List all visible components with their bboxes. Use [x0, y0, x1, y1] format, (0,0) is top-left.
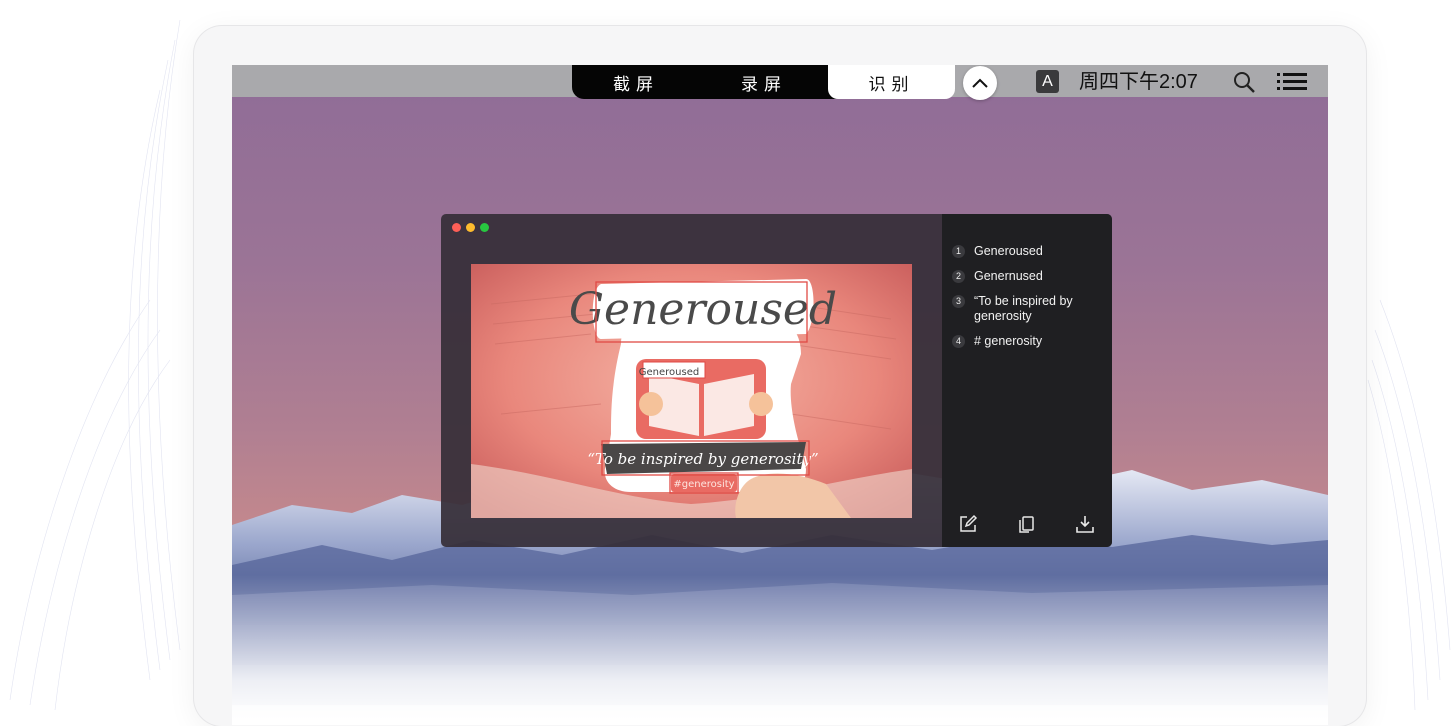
- copy-button[interactable]: [1015, 513, 1037, 535]
- result-text: # generosity: [974, 334, 1043, 348]
- list-item[interactable]: 3 “To be inspired by generosity: [952, 294, 1102, 324]
- results-panel: 1 Generoused 2 Genernused 3 “To be inspired…: [942, 214, 1112, 547]
- list-menu-icon[interactable]: [1277, 71, 1307, 91]
- sticker-tag-text: #generosity: [673, 479, 734, 490]
- tab-recognize[interactable]: 识别: [828, 65, 955, 99]
- chevron-up-icon: [972, 78, 988, 88]
- recognized-image: Generoused Generoused “To be inspired by…: [471, 264, 912, 518]
- tab-screen-record[interactable]: 录屏: [700, 65, 828, 99]
- minimize-window-button[interactable]: [466, 223, 475, 232]
- copy-icon: [1019, 516, 1034, 533]
- edit-icon: [960, 514, 978, 532]
- result-number: 2: [952, 270, 965, 283]
- edit-button[interactable]: [957, 513, 979, 535]
- bottom-fade: [232, 575, 1328, 725]
- zoom-window-button[interactable]: [480, 223, 489, 232]
- sticker-title-text: Generoused: [569, 284, 837, 335]
- desktop-screen: 截屏 录屏 识别 A 周四下午2:07 Generoused Generouse…: [232, 65, 1328, 725]
- sticker-photo-illustration: Generoused Generoused “To be inspired by…: [471, 264, 912, 518]
- collapse-button[interactable]: [963, 66, 997, 100]
- input-method-icon[interactable]: A: [1036, 70, 1059, 93]
- result-text: Genernused: [974, 269, 1043, 283]
- close-window-button[interactable]: [452, 223, 461, 232]
- list-item[interactable]: 1 Generoused: [952, 244, 1102, 259]
- sticker-banner-text: “To be inspired by generosity”: [587, 450, 818, 468]
- result-number: 4: [952, 335, 965, 348]
- results-list: 1 Generoused 2 Genernused 3 “To be inspired…: [952, 244, 1102, 359]
- list-item[interactable]: 2 Genernused: [952, 269, 1102, 284]
- menu-clock[interactable]: 周四下午2:07: [1079, 68, 1198, 96]
- tab-screenshot[interactable]: 截屏: [572, 65, 700, 99]
- download-icon: [1076, 516, 1094, 533]
- result-number: 3: [952, 295, 965, 308]
- list-item[interactable]: 4 # generosity: [952, 334, 1102, 349]
- result-text: “To be inspired by generosity: [974, 294, 1073, 323]
- mode-segmented-control: 截屏 录屏 识别: [572, 65, 955, 99]
- result-text: Generoused: [974, 244, 1043, 258]
- ocr-window: Generoused Generoused “To be inspired by…: [441, 214, 1112, 547]
- window-traffic-lights: [452, 223, 489, 232]
- result-number: 1: [952, 245, 965, 258]
- search-icon[interactable]: [1232, 70, 1256, 94]
- download-button[interactable]: [1074, 513, 1096, 535]
- sticker-small-text: Generoused: [639, 367, 699, 378]
